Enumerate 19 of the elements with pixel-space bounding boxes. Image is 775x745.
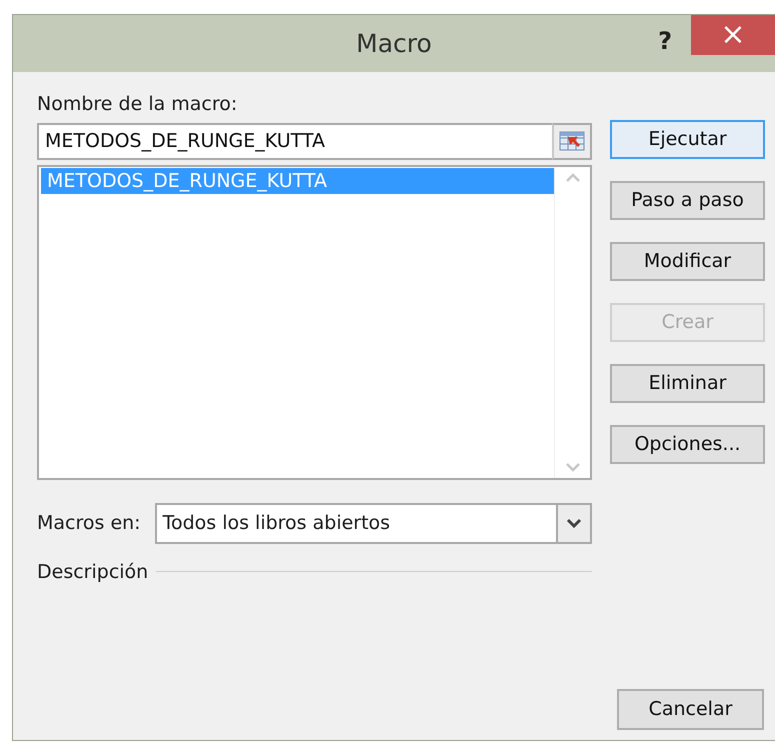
macros-in-dropdown[interactable]: Todos los libros abiertos — [154, 502, 592, 544]
chevron-down-icon — [566, 517, 582, 529]
dialog-button[interactable]: Eliminar — [610, 364, 765, 403]
dialog-button[interactable]: Ejecutar — [610, 120, 765, 159]
field-label: Nombre de la macro: — [37, 93, 238, 115]
macro-name-field[interactable]: METODOS_DE_RUNGE_KUTTA — [37, 122, 552, 160]
field-label: Macros en: — [37, 510, 141, 536]
dialog-button[interactable]: Paso a paso — [610, 181, 765, 220]
window-title: Macro — [356, 28, 432, 60]
grid-arrow-icon — [559, 130, 585, 152]
section-label: Descripción — [37, 560, 148, 584]
dialog-button[interactable]: Opciones... — [610, 425, 765, 464]
cancel-button[interactable]: Cancelar — [617, 689, 764, 730]
dialog-button[interactable]: Modificar — [610, 242, 765, 281]
scroll-up-icon[interactable] — [564, 172, 580, 182]
collapse-dialog-button[interactable] — [552, 122, 592, 160]
close-button[interactable]: × — [691, 15, 775, 55]
scroll-down-icon[interactable] — [564, 462, 580, 472]
help-button[interactable]: ? — [650, 19, 680, 63]
